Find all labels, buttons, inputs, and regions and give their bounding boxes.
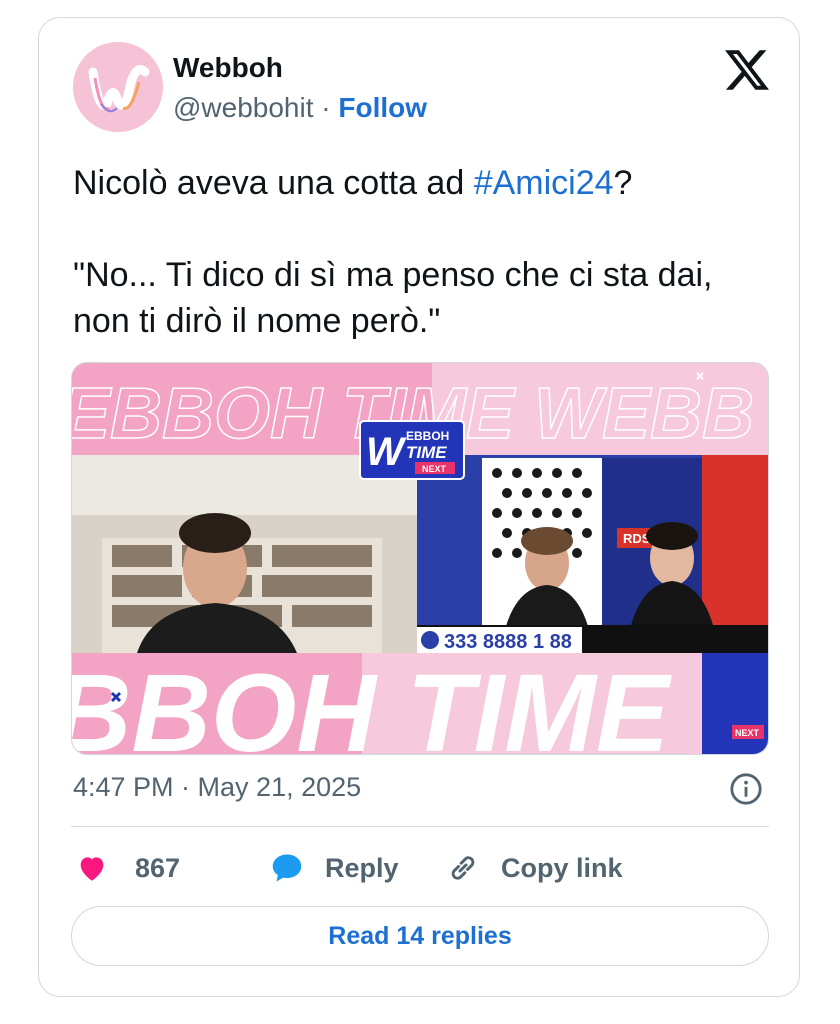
logo-letter: W bbox=[366, 430, 407, 474]
tweet-card: Webboh @webbohit · Follow Nicolò aveva u… bbox=[38, 17, 800, 997]
phone-number: 333 8888 1 88 bbox=[444, 631, 572, 653]
logo-line1: EBBOH bbox=[406, 429, 449, 443]
tweet-timestamp[interactable]: 4:47 PM · May 21, 2025 bbox=[73, 772, 361, 803]
copy-link-label: Copy link bbox=[501, 852, 623, 883]
read-replies-button[interactable]: Read 14 replies bbox=[71, 906, 769, 966]
divider bbox=[71, 826, 769, 827]
author-handle-row: @webbohit · Follow bbox=[173, 92, 427, 124]
like-count: 867 bbox=[135, 852, 181, 883]
corner-badge: NEXT bbox=[735, 728, 760, 738]
logo-line3: NEXT bbox=[422, 464, 447, 474]
reply-button[interactable]: Reply bbox=[269, 846, 399, 890]
tweet-text-prefix: Nicolò aveva una cotta ad bbox=[73, 164, 474, 202]
author-handle[interactable]: @webbohit bbox=[173, 92, 314, 123]
author-avatar[interactable] bbox=[73, 42, 163, 132]
handle-separator: · bbox=[321, 92, 331, 123]
heart-icon bbox=[80, 857, 104, 881]
info-icon[interactable] bbox=[729, 772, 763, 806]
logo-line2: TIME bbox=[406, 443, 447, 462]
banner-bottom-text: BBOH TIME bbox=[72, 652, 673, 755]
link-icon bbox=[451, 856, 475, 880]
action-bar: 867 Reply Copy link bbox=[71, 846, 769, 890]
x-logo-icon[interactable] bbox=[725, 48, 769, 92]
video-thumbnail: EBBOH TIME WEBB RDS 333 8888 1 88 W EBBO… bbox=[72, 363, 768, 755]
tweet-text: Nicolò aveva una cotta ad #Amici24? "No.… bbox=[73, 160, 773, 344]
tweet-text-suffix: ? bbox=[613, 164, 633, 202]
hashtag-link[interactable]: #Amici24 bbox=[474, 164, 614, 202]
copy-link-button[interactable]: Copy link bbox=[445, 846, 623, 890]
like-button[interactable]: 867 bbox=[75, 846, 180, 890]
tweet-media-image[interactable]: EBBOH TIME WEBB RDS 333 8888 1 88 W EBBO… bbox=[71, 362, 769, 755]
reply-label: Reply bbox=[325, 852, 399, 883]
webboh-logo-icon bbox=[73, 42, 163, 132]
author-name[interactable]: Webboh bbox=[173, 52, 283, 84]
follow-button[interactable]: Follow bbox=[338, 92, 427, 123]
reply-bubble-icon bbox=[272, 854, 302, 882]
tweet-quote: "No... Ti dico di sì ma penso che ci sta… bbox=[73, 256, 713, 340]
